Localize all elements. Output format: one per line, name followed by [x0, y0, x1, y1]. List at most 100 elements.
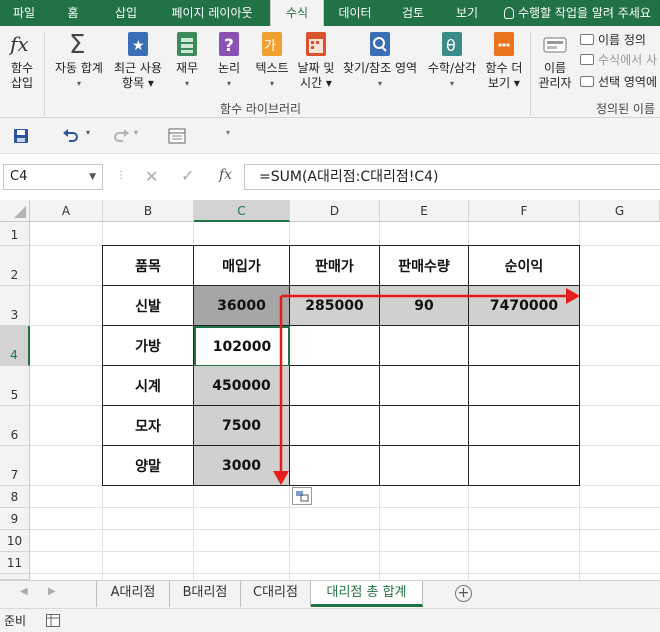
name-box-value: C4	[10, 169, 28, 184]
lookup-label: 찾기/참조 영역	[342, 61, 418, 75]
svg-text:★: ★	[132, 38, 145, 54]
tab-file[interactable]: 파일	[0, 0, 48, 26]
redo-dropdown-icon[interactable]: ▾	[134, 128, 138, 137]
autosum-button[interactable]: Σ 자동 합계 ▾	[48, 30, 110, 91]
undo-icon[interactable]	[62, 127, 80, 148]
text-label: 텍스트	[255, 61, 289, 75]
recent-label-2: 항목 ▾	[122, 76, 154, 90]
financial-button[interactable]: 재무 ▾	[168, 30, 206, 91]
text-book-icon: 가	[259, 30, 285, 58]
logical-label: 논리	[217, 61, 241, 75]
ribbon-tab-bar: 파일 홈 삽입 페이지 레이아웃 수식 데이터 검토 보기 수행할 작업을 알려…	[0, 0, 660, 27]
arrow-right-head	[566, 288, 580, 304]
calendar-icon	[303, 30, 329, 58]
question-book-icon: ?	[216, 30, 242, 58]
tag-icon	[580, 34, 594, 45]
tab-review[interactable]: 검토	[386, 0, 440, 26]
create-from-selection-button[interactable]: 선택 영역에	[580, 74, 657, 90]
text-dropdown: ▾	[269, 79, 274, 88]
save-icon[interactable]	[13, 128, 29, 147]
paste-options-icon[interactable]	[292, 487, 312, 505]
tab-data[interactable]: 데이터	[324, 0, 386, 26]
enter-icon[interactable]: ✓	[181, 166, 194, 185]
status-text: 준비	[4, 614, 27, 628]
name-manager-label-2: 관리자	[538, 76, 572, 90]
recently-used-button[interactable]: ★ 최근 사용 항목 ▾	[110, 30, 166, 91]
tab-view[interactable]: 보기	[440, 0, 494, 26]
ribbon-divider	[44, 32, 45, 116]
tell-me-box[interactable]: 수행할 작업을 알려 주세요	[504, 0, 651, 26]
math-dropdown: ▾	[449, 79, 454, 88]
sheet-tab-b[interactable]: B대리점	[170, 581, 241, 607]
name-manager-button[interactable]: 이름 관리자	[534, 30, 576, 91]
chevron-down-icon[interactable]: ▼	[89, 165, 96, 189]
more-functions-button[interactable]: 함수 더 보기 ▾	[482, 30, 526, 91]
autosum-dropdown: ▾	[76, 79, 81, 88]
customize-qat-icon[interactable]: ▾	[226, 128, 230, 137]
text-glyph: 가	[264, 39, 276, 54]
add-sheet-icon[interactable]: +	[455, 585, 472, 602]
insert-function-label-1: 함수	[10, 61, 34, 75]
function-library-label: 함수 라이브러리	[220, 102, 302, 116]
create-from-selection-label: 선택 영역에	[598, 75, 658, 89]
defined-names-label: 정의된 이름	[596, 102, 656, 116]
next-sheet-icon[interactable]: ▶	[48, 586, 56, 597]
prev-sheet-icon[interactable]: ◀	[20, 586, 28, 597]
tab-page-layout[interactable]: 페이지 레이아웃	[154, 0, 270, 26]
use-in-formula-button[interactable]: 수식에서 사	[580, 52, 657, 68]
datetime-label-2: 시간 ▾	[300, 76, 332, 90]
lightbulb-icon	[504, 7, 514, 19]
sheet-tab-total[interactable]: 대리점 총 합계	[311, 581, 423, 607]
undo-dropdown-icon[interactable]: ▾	[86, 128, 90, 137]
name-box[interactable]: C4 ▼	[3, 164, 103, 190]
selection-icon	[580, 76, 594, 87]
svg-text:Σ: Σ	[69, 30, 85, 58]
arrow-down-head	[273, 471, 289, 485]
financial-dropdown: ▾	[184, 79, 189, 88]
worksheet-grid: A B C D E F G 1 2 3 4 5 6 7 8 9 10 11 품목…	[0, 200, 660, 580]
redo-icon[interactable]	[112, 127, 130, 148]
quick-access-toolbar: ▾ ▾ ▾	[0, 118, 660, 154]
tell-me-text: 수행할 작업을 알려 주세요	[518, 6, 651, 20]
cancel-icon[interactable]: ✕	[145, 167, 158, 186]
name-manager-label-1: 이름	[543, 61, 567, 75]
money-icon	[174, 30, 200, 58]
formula-use-icon	[580, 54, 594, 65]
tab-home[interactable]: 홈	[48, 0, 98, 26]
autosum-label-1: 자동 합계	[55, 61, 103, 75]
math-trig-button[interactable]: θ 수학/삼각 ▾	[422, 30, 482, 91]
recent-label-1: 최근 사용	[114, 61, 162, 75]
svg-text:fx: fx	[9, 32, 29, 56]
name-manager-icon	[542, 30, 568, 58]
math-label: 수학/삼각	[427, 61, 477, 75]
theta-icon: θ	[439, 30, 465, 58]
formula-bar-handle-icon[interactable]: ⋮	[116, 170, 126, 181]
svg-text:?: ?	[224, 36, 234, 56]
logical-button[interactable]: ? 논리 ▾	[210, 30, 248, 91]
insert-function-button[interactable]: fx 함수 삽입	[4, 30, 40, 91]
sheet-tab-a[interactable]: A대리점	[97, 581, 170, 607]
lookup-reference-button[interactable]: 찾기/참조 영역 ▾	[338, 30, 422, 91]
sheet-tab-bar: ◀ ▶ A대리점 B대리점 C대리점 대리점 총 합계 +	[0, 580, 660, 608]
sigma-icon: Σ	[66, 30, 92, 60]
insert-function-label-2: 삽입	[10, 76, 34, 90]
more-functions-icon	[491, 30, 517, 58]
more-label-1: 함수 더	[485, 61, 523, 75]
macro-record-icon[interactable]	[46, 614, 60, 630]
form-icon[interactable]	[168, 128, 186, 147]
tab-insert[interactable]: 삽입	[98, 0, 154, 26]
sheet-tab-c[interactable]: C대리점	[241, 581, 311, 607]
logical-dropdown: ▾	[226, 79, 231, 88]
use-in-formula-label: 수식에서 사	[598, 53, 658, 67]
text-functions-button[interactable]: 가 텍스트 ▾	[250, 30, 294, 91]
define-name-label: 이름 정의	[598, 33, 646, 47]
status-bar: 준비	[0, 608, 660, 632]
financial-label: 재무	[175, 61, 199, 75]
tab-formulas[interactable]: 수식	[270, 0, 324, 27]
formula-buttons: ✕ ✓ fx	[131, 164, 241, 190]
formula-input[interactable]: =SUM(A대리점:C대리점!C4)	[244, 164, 660, 190]
define-name-button[interactable]: 이름 정의	[580, 32, 646, 48]
insert-function-icon[interactable]: fx	[219, 167, 232, 183]
star-book-icon: ★	[125, 30, 151, 58]
datetime-button[interactable]: 날짜 및 시간 ▾	[294, 30, 338, 91]
